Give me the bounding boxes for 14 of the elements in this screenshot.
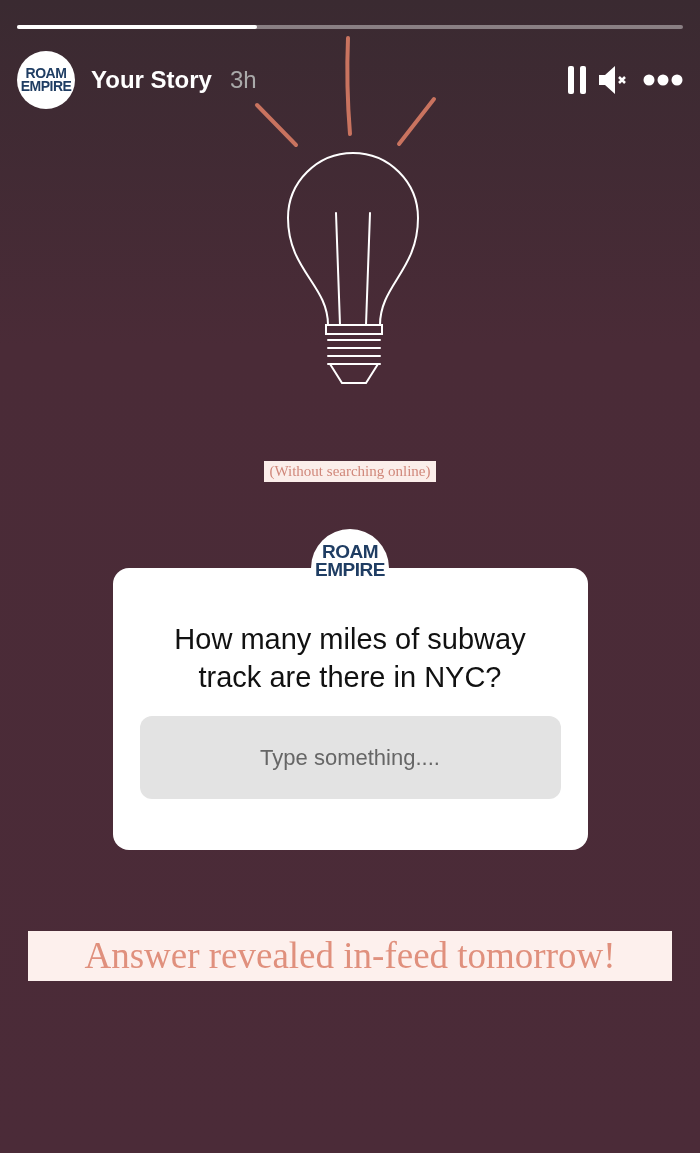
logo-text: EMPIRE	[20, 80, 72, 93]
answer-field[interactable]: Type something....	[139, 716, 561, 799]
logo-text: ROAM	[25, 67, 67, 80]
story-title: Your Story	[91, 66, 212, 94]
caption-text: (Without searching online)	[264, 461, 436, 482]
more-icon[interactable]	[643, 74, 683, 86]
pause-icon[interactable]	[567, 66, 587, 94]
question-text: How many miles of subway track are there in NYC?	[173, 622, 527, 695]
timestamp: 3h	[229, 66, 257, 94]
avatar[interactable]: ROAM EMPIRE	[17, 51, 75, 109]
mute-icon[interactable]	[598, 65, 628, 95]
logo-text: EMPIRE	[315, 561, 385, 579]
announcement-text: Answer revealed in-feed tomorrow!	[28, 931, 672, 981]
logo-text: ROAM	[321, 543, 379, 561]
